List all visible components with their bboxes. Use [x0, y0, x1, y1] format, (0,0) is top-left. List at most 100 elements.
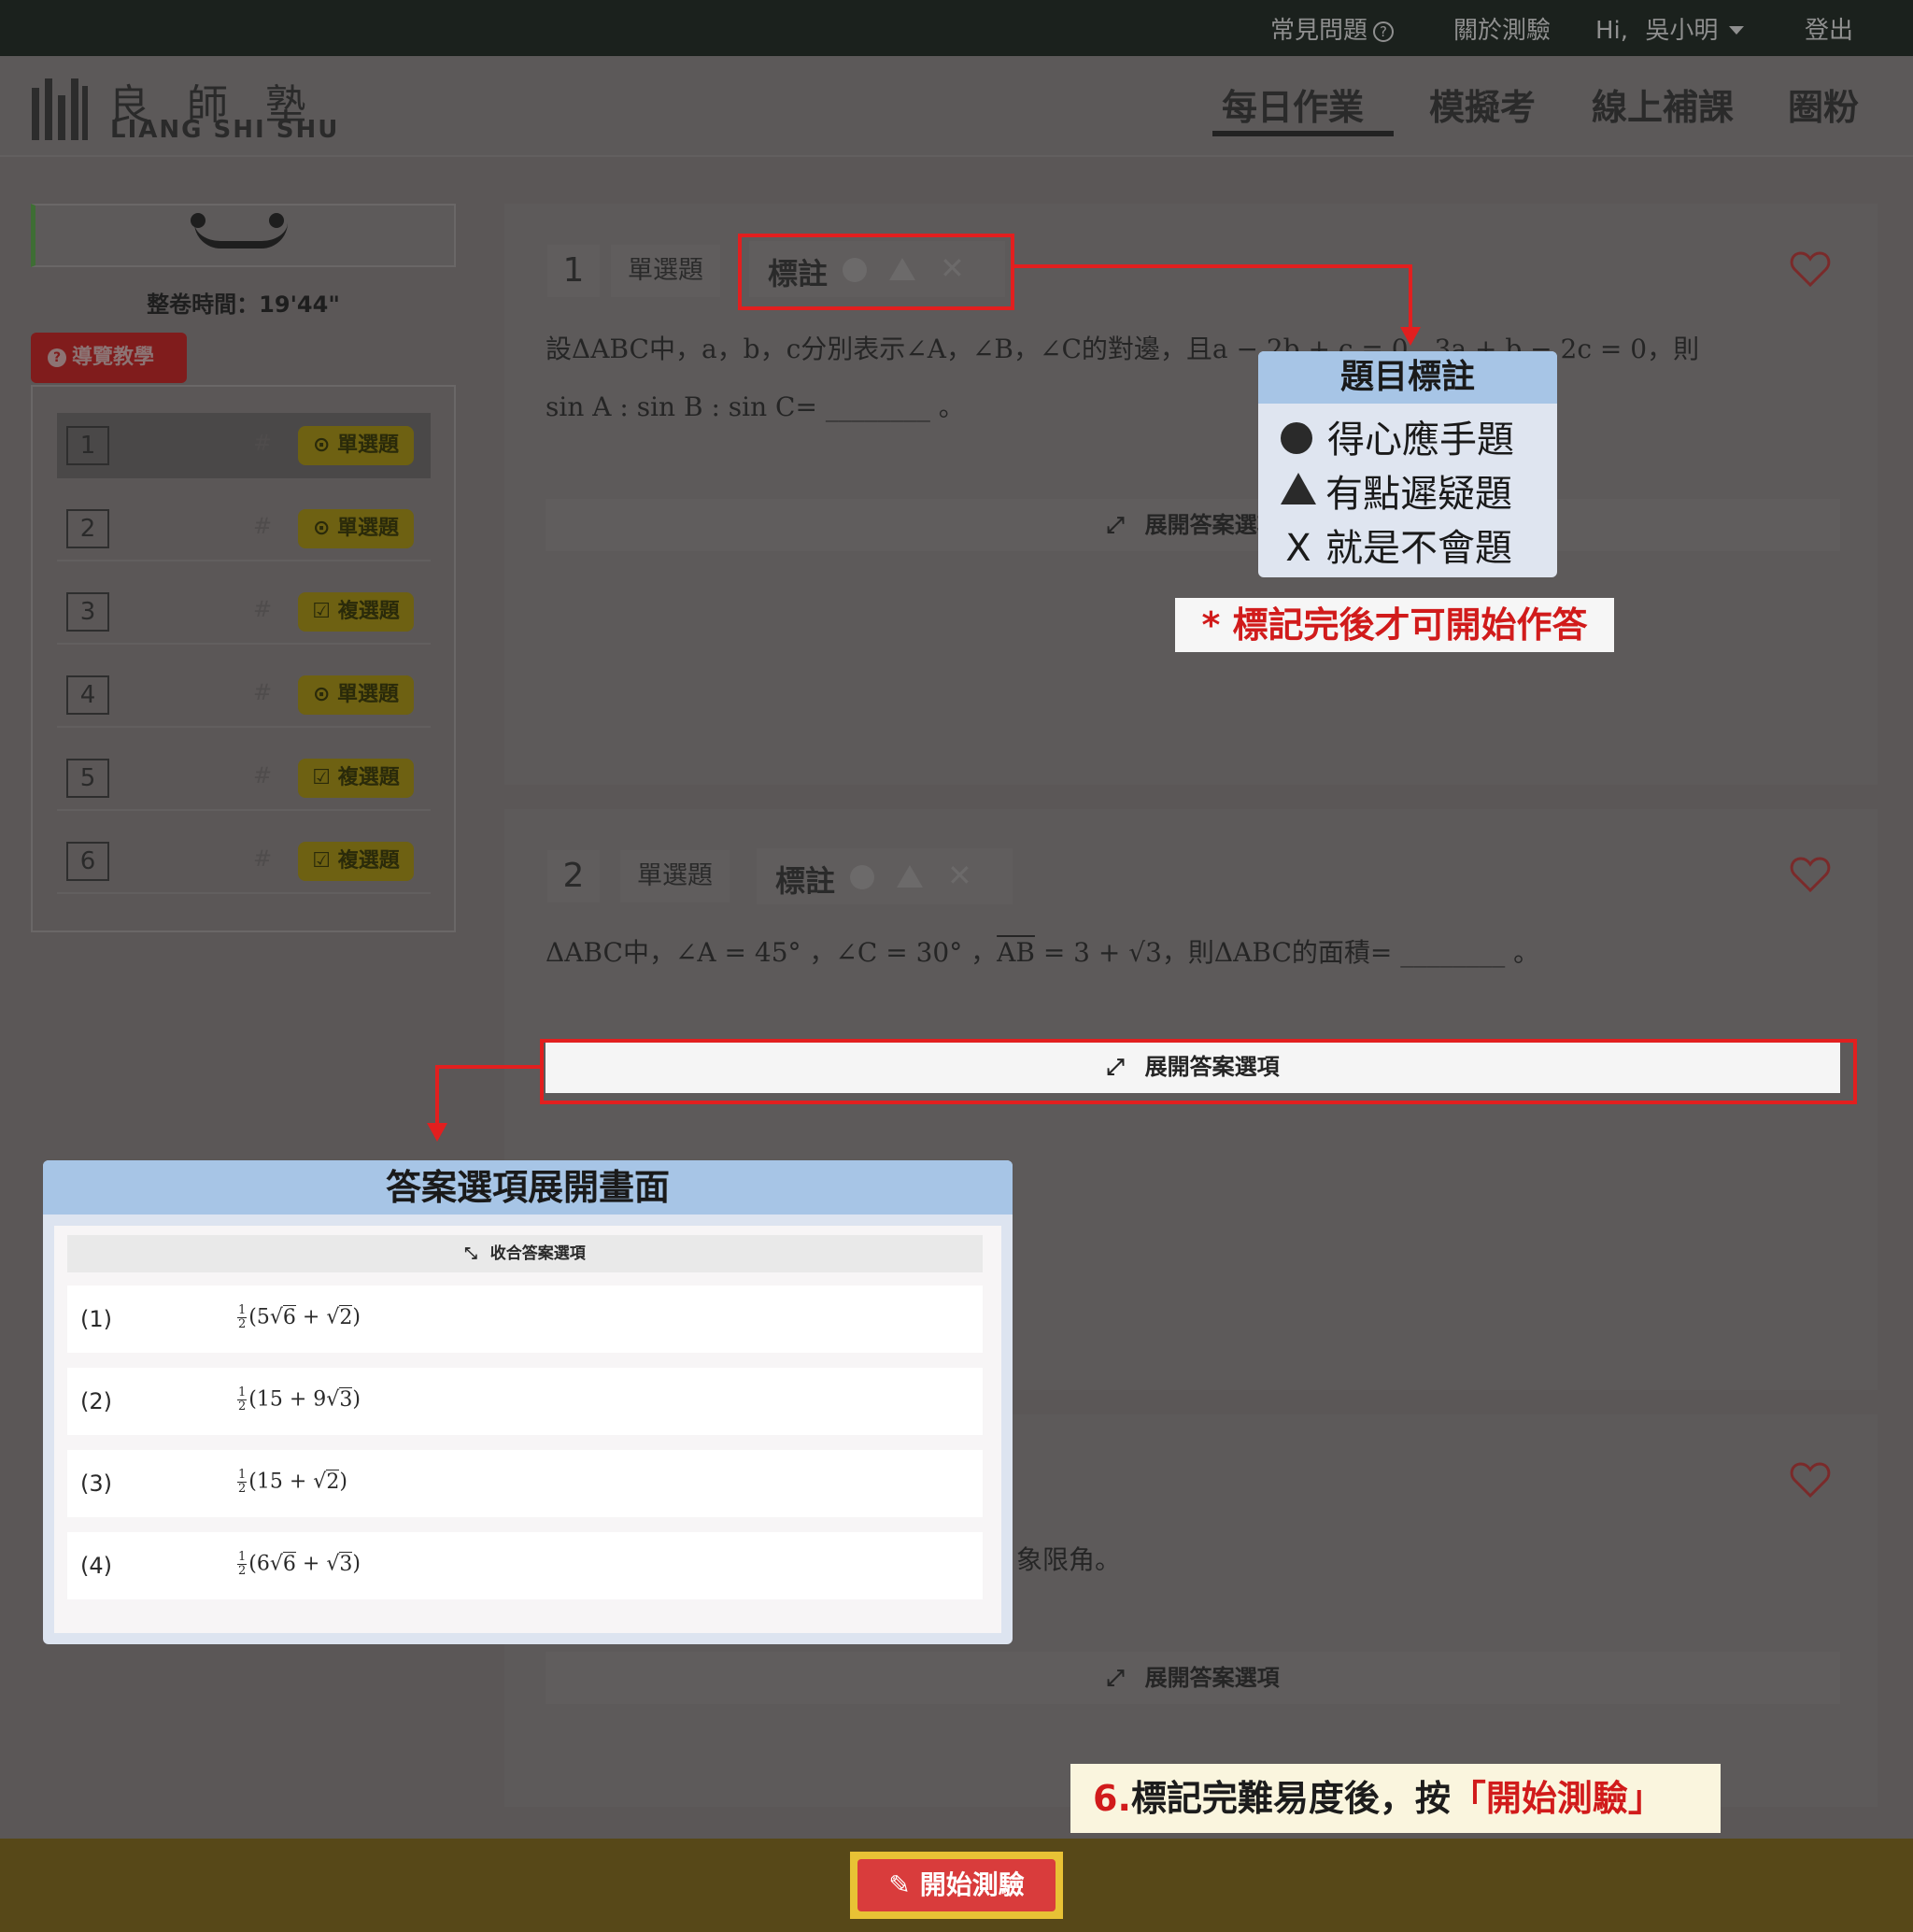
hash-icon: # [253, 679, 273, 705]
question-list-item[interactable]: 3 # ☑ 複選題 [57, 579, 431, 645]
collapse-icon: ⤡ [464, 1244, 477, 1263]
highlight-mark-selector [738, 234, 1014, 310]
question-number: 2 [547, 850, 600, 902]
triangle-icon [1281, 473, 1316, 504]
total-timer: 整卷時間：19'44" [147, 291, 340, 318]
option-number: (1) [80, 1306, 112, 1332]
expand-answers-button[interactable]: ⤢ 展開答案選項 [546, 1652, 1840, 1704]
question-list-item[interactable]: 5 # ☑ 複選題 [57, 746, 431, 811]
nav-daily-homework[interactable]: 每日作業 [1222, 78, 1364, 130]
question-type-label: 複選題 [337, 766, 400, 789]
nav-active-indicator [1212, 131, 1394, 136]
question-number: 5 [66, 759, 109, 798]
answer-option[interactable]: (3) 1 2 (15 + √2) [67, 1450, 983, 1517]
question-text-part: = 3 + √3，則ΔABC的面積= ________ 。 [1034, 937, 1540, 968]
arrow-line [1014, 264, 1412, 268]
faq-link[interactable]: 常見問題? [1270, 11, 1395, 46]
guide-tutorial-button[interactable]: ? 導覽教學 [31, 333, 187, 383]
expand-answers-button[interactable]: ⤢ 展開答案選項 [546, 499, 1840, 551]
question-list-item[interactable]: 2 # ⊙ 單選題 [57, 496, 431, 561]
hash-icon: # [253, 596, 273, 622]
question-circle-icon: ? [48, 348, 66, 367]
question-text-part: ΔABC中，∠A = 45° ，∠C = 30° ， [546, 937, 998, 968]
legend-label: 得心應手題 [1327, 419, 1514, 462]
heart-icon[interactable] [1790, 856, 1831, 893]
question-text-fragment: 象限角。 [1016, 1544, 1122, 1575]
user-menu[interactable]: Hi, 吳小明 [1595, 11, 1745, 46]
difficulty-mark-selector: 標註 ✕ [757, 848, 1013, 904]
arrow-head [1400, 327, 1421, 346]
question-card-1: 1 單選題 標註 ✕ 設ΔABC中，a，b，c分別表示∠A，∠B，∠C的對邊，且… [504, 204, 1878, 785]
question-number: 3 [66, 592, 109, 632]
question-type-badge: ☑ 複選題 [298, 592, 414, 632]
step-instruction-note: 6.標記完難易度後，按「開始測驗」 [1070, 1764, 1721, 1833]
triangle-icon[interactable] [897, 865, 923, 888]
question-type-label: 複選題 [337, 849, 400, 873]
x-icon[interactable]: ✕ [947, 858, 972, 893]
step-number: 6. [1093, 1778, 1131, 1819]
question-type-badge: ⊙ 單選題 [298, 426, 414, 465]
start-button-highlight: ✎ 開始測驗 [850, 1852, 1063, 1919]
legend-label: 有點遲疑題 [1325, 473, 1512, 516]
mark-legend-panel: 題目標註 得心應手題 有點遲疑題 X 就是不會題 [1258, 351, 1557, 577]
nav-online-makeup[interactable]: 線上補課 [1592, 78, 1734, 130]
question-type-badge: ☑ 複選題 [298, 842, 414, 881]
nav-fans[interactable]: 圈粉 [1788, 78, 1859, 130]
circle-icon[interactable] [850, 865, 874, 889]
option-formula: 1 2 (15 + √2) [237, 1468, 347, 1496]
question-list: 1 # ⊙ 單選題 2 # ⊙ 單選題 3 # ☑ 複選題 4 # ⊙ 單選題 … [31, 385, 456, 932]
question-text-line2: sin A : sin B : sin C= ________ 。 [546, 391, 965, 422]
hash-icon: # [253, 845, 273, 872]
question-type-badge: ☑ 複選題 [298, 759, 414, 798]
start-test-button[interactable]: ✎ 開始測驗 [857, 1859, 1056, 1911]
about-link[interactable]: 關於測驗 [1453, 11, 1551, 46]
answer-option[interactable]: (1) 1 2 (5√6 + √2) [67, 1286, 983, 1353]
arrow-line [435, 1065, 439, 1127]
question-text: ΔABC中，∠A = 45° ，∠C = 30° ，AB = 3 + √3，則Δ… [546, 932, 1539, 970]
header: 良師塾 LIANG SHI SHU 每日作業 模擬考 線上補課 圈粉 [0, 56, 1913, 157]
hash-icon: # [253, 513, 273, 539]
segment-ab: AB [997, 937, 1035, 968]
logout-link[interactable]: 登出 [1805, 11, 1853, 46]
answer-panel-title: 答案選項展開畫面 [43, 1160, 1013, 1215]
question-type-badge: ⊙ 單選題 [298, 509, 414, 548]
question-type-label: 單選題 [337, 517, 400, 540]
option-number: (4) [80, 1553, 112, 1579]
question-number: 6 [66, 842, 109, 881]
collapse-answers-button[interactable]: ⤡ 收合答案選項 [67, 1235, 983, 1272]
answer-options-list: ⤡ 收合答案選項 (1) 1 2 (5√6 + √2) (2) 1 2 (15 + 9√3… [54, 1226, 1001, 1633]
question-number: 2 [66, 509, 109, 548]
start-test-label: 開始測驗 [919, 1869, 1025, 1900]
option-formula: 1 2 (6√6 + √3) [237, 1550, 361, 1578]
answer-option[interactable]: (4) 1 2 (6√6 + √3) [67, 1532, 983, 1599]
question-number: 1 [66, 426, 109, 465]
heart-icon[interactable] [1790, 250, 1831, 288]
option-formula: 1 2 (5√6 + √2) [237, 1303, 361, 1331]
edit-icon: ✎ [888, 1869, 911, 1900]
highlight-expand-button [540, 1039, 1857, 1104]
nav-mock-exam[interactable]: 模擬考 [1429, 78, 1536, 130]
mark-first-note: * 標記完後才可開始作答 [1175, 598, 1614, 652]
answer-option[interactable]: (2) 1 2 (15 + 9√3) [67, 1368, 983, 1435]
heart-icon[interactable] [1790, 1461, 1831, 1499]
mark-label: 標註 [775, 863, 836, 899]
question-type-label: 複選題 [337, 600, 400, 623]
hash-icon: # [253, 762, 273, 788]
expand-label: 展開答案選項 [1144, 1665, 1280, 1691]
question-list-item[interactable]: 4 # ⊙ 單選題 [57, 662, 431, 728]
question-list-item[interactable]: 1 # ⊙ 單選題 [57, 413, 431, 478]
faq-label: 常見問題 [1270, 17, 1368, 45]
chevron-down-icon [1729, 26, 1745, 35]
option-number: (2) [80, 1388, 112, 1414]
question-type-tag: 單選題 [620, 850, 730, 902]
greeting-text: Hi, [1595, 17, 1629, 45]
collapse-label: 收合答案選項 [489, 1244, 586, 1263]
arrow-line [1409, 264, 1412, 330]
circle-icon [1281, 422, 1312, 454]
answer-options-preview: 答案選項展開畫面 ⤡ 收合答案選項 (1) 1 2 (5√6 + √2) (2) 12… [43, 1160, 1013, 1644]
step-text: 標記完難易度後，按 [1130, 1778, 1451, 1819]
hash-icon: # [253, 430, 273, 456]
question-circle-icon: ? [1373, 21, 1395, 42]
top-bar: 常見問題? 關於測驗 Hi, 吳小明 登出 [0, 0, 1913, 56]
question-list-item[interactable]: 6 # ☑ 複選題 [57, 829, 431, 894]
